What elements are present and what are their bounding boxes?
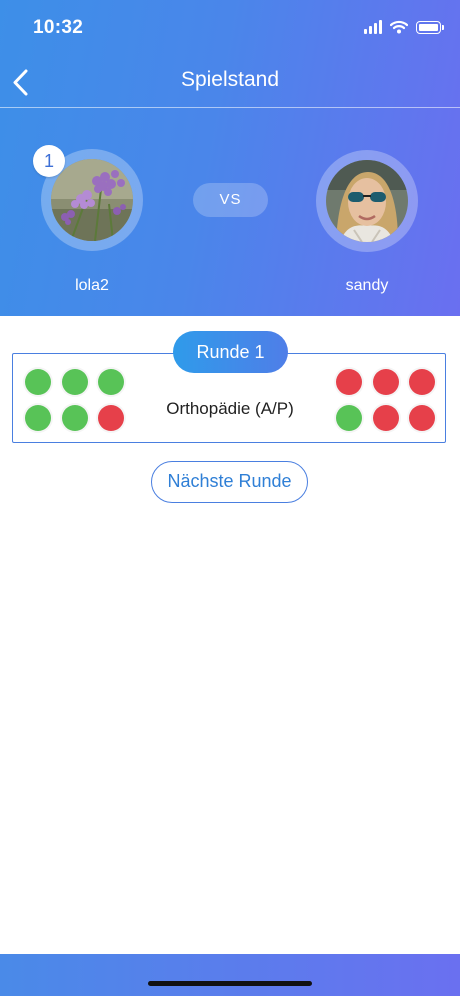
answer-dot (373, 369, 399, 395)
score-header: 10:32 Spielstand 1 lola2 VS sandy (0, 0, 460, 316)
flower-avatar-image (51, 159, 133, 241)
answer-dot (25, 369, 51, 395)
next-round-button[interactable]: Nächste Runde (151, 461, 308, 503)
round-label: Runde 1 (173, 331, 288, 373)
answer-dot (98, 405, 124, 431)
answer-dot (25, 405, 51, 431)
answer-dot (409, 405, 435, 431)
status-icons (364, 20, 444, 34)
status-bar: 10:32 (0, 0, 460, 56)
answer-dot (373, 405, 399, 431)
bottom-bar (0, 954, 460, 996)
player-left-name: lola2 (75, 277, 109, 294)
home-indicator[interactable] (148, 981, 312, 986)
player-right-avatar[interactable] (316, 150, 418, 252)
rank-badge: 1 (33, 145, 65, 177)
answer-dot (62, 405, 88, 431)
avatar (326, 160, 408, 242)
battery-icon (416, 20, 444, 34)
wifi-icon (390, 20, 408, 34)
cellular-signal-icon (364, 20, 382, 34)
answer-dot (336, 405, 362, 431)
answer-dot (98, 369, 124, 395)
header-divider (0, 107, 460, 108)
round-category: Orthopädie (A/P) (166, 399, 294, 418)
page-title: Spielstand (180, 68, 280, 91)
answer-dot (336, 369, 362, 395)
player-right-name: sandy (345, 277, 389, 294)
status-time: 10:32 (33, 17, 84, 38)
woman-sunglasses-avatar-image (326, 160, 408, 242)
answer-dot (62, 369, 88, 395)
answer-dot (409, 369, 435, 395)
avatar (51, 159, 133, 241)
vs-label: VS (193, 183, 268, 217)
